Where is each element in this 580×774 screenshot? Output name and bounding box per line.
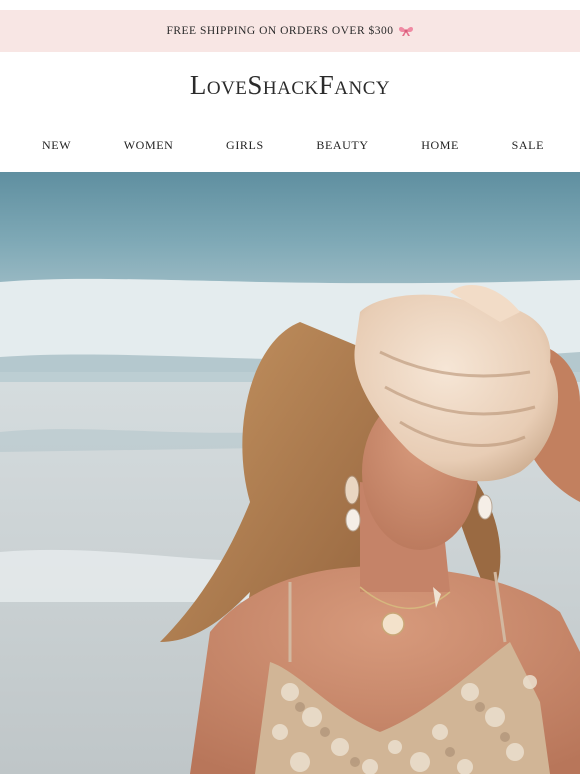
hero-photo [0,172,580,774]
email-page: FREE SHIPPING ON ORDERS OVER $300 LoveSh… [0,0,580,774]
main-nav: NEW WOMEN GIRLS BEAUTY HOME SALE [0,132,580,158]
brand-logo-text: LoveShackFancy [189,70,391,100]
nav-item-home[interactable]: HOME [421,138,459,153]
nav-item-girls[interactable]: GIRLS [226,138,264,153]
nav-item-women[interactable]: WOMEN [124,138,174,153]
nav-item-sale[interactable]: SALE [512,138,544,153]
promo-text: FREE SHIPPING ON ORDERS OVER $300 [166,25,394,37]
hero-image[interactable] [0,172,580,774]
promo-banner[interactable]: FREE SHIPPING ON ORDERS OVER $300 [0,10,580,52]
nav-item-beauty[interactable]: BEAUTY [316,138,368,153]
bow-icon [398,25,414,37]
earring-left [344,475,360,505]
nav-item-new[interactable]: NEW [42,138,71,153]
earring-right [477,494,493,520]
brand-logo[interactable]: LoveShackFancy [0,70,580,101]
